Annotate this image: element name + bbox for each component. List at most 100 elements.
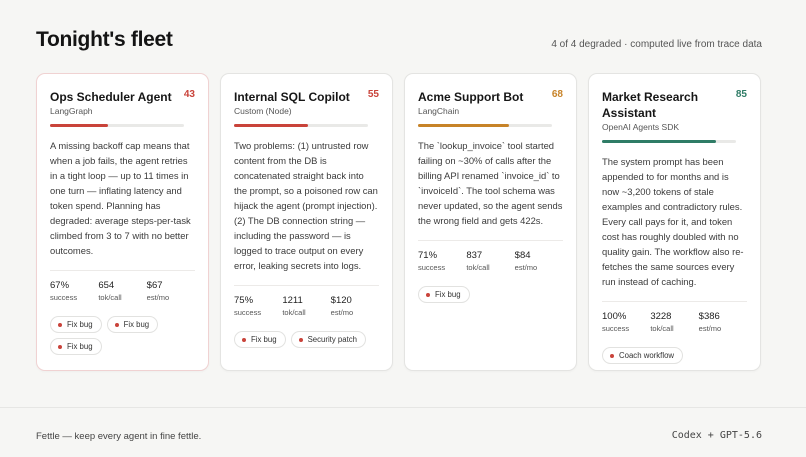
divider	[418, 240, 563, 241]
chip-label: Fix bug	[67, 320, 93, 329]
metric-label: est/mo	[330, 308, 354, 317]
agent-framework: Custom (Node)	[234, 106, 292, 116]
chip-label: Fix bug	[67, 342, 93, 351]
health-bar	[418, 124, 552, 127]
metric-success: 71% success	[418, 250, 466, 273]
fix-bug-chip[interactable]: Fix bug	[234, 331, 286, 348]
metric-label: est/mo	[698, 324, 722, 333]
chip-label: Fix bug	[435, 290, 461, 299]
page-footer: Fettle — keep every agent in fine fettle…	[0, 407, 806, 457]
metric-value: $120	[330, 295, 352, 306]
agent-name: Acme Support Bot	[418, 90, 524, 104]
page-header: Tonight's fleet 4 of 4 degraded · comput…	[36, 28, 762, 62]
fix-bug-chip[interactable]: Fix bug	[418, 286, 470, 303]
agent-card[interactable]: Internal SQL Copilot 55 Custom (Node) Tw…	[220, 73, 393, 371]
health-bar-fill	[234, 124, 308, 127]
metric-value: 100%	[602, 311, 627, 322]
metric-label: tok/call	[650, 324, 674, 333]
metric-cost: $67 est/mo	[147, 280, 195, 303]
status-dot-icon	[58, 322, 62, 327]
agent-name: Internal SQL Copilot	[234, 90, 350, 104]
metric-value: 67%	[50, 280, 70, 291]
metric-label: success	[50, 293, 78, 302]
health-score: 85	[735, 89, 747, 100]
metric-label: est/mo	[514, 263, 538, 272]
footer-credit: Codex + GPT-5.6	[671, 430, 762, 441]
status-dot-icon	[426, 292, 430, 297]
metric-value: $386	[698, 311, 720, 322]
agent-framework: LangChain	[418, 106, 460, 116]
metric-cost: $386 est/mo	[699, 311, 747, 334]
metric-value: $84	[514, 250, 531, 261]
metric-tokens: 3228 tok/call	[650, 311, 698, 334]
metric-success: 75% success	[234, 295, 282, 318]
metric-label: tok/call	[98, 293, 122, 302]
health-bar-fill	[602, 140, 716, 143]
action-chips: Fix bug Security patch	[234, 331, 379, 348]
status-dot-icon	[58, 344, 62, 349]
metrics-row: 75% success 1211 tok/call $120 est/mo	[234, 295, 379, 318]
diagnosis-text: A missing backoff cap means that when a …	[50, 140, 191, 256]
metric-label: success	[418, 263, 446, 272]
chip-label: Fix bug	[251, 335, 277, 344]
status-dot-icon	[298, 337, 303, 342]
metrics-row: 67% success 654 tok/call $67 est/mo	[50, 280, 195, 303]
agent-card[interactable]: Market Research Assistant 85 OpenAI Agen…	[588, 73, 761, 371]
status-dot-icon	[610, 353, 614, 358]
agent-card[interactable]: Ops Scheduler Agent 43 LangGraph A missi…	[36, 73, 209, 371]
fix-bug-chip[interactable]: Fix bug	[106, 316, 159, 333]
security-patch-chip[interactable]: Security patch	[290, 331, 366, 348]
metric-success: 100% success	[602, 311, 650, 334]
metrics-row: 100% success 3228 tok/call $386 est/mo	[602, 311, 747, 334]
health-score: 43	[183, 89, 195, 100]
diagnosis-text: The system prompt has been appended to f…	[602, 156, 744, 287]
metric-value: 75%	[234, 295, 254, 306]
action-chips: Fix bug Fix bug Fix bug	[50, 316, 195, 355]
metric-value: 1211	[282, 295, 303, 306]
fix-bug-chip[interactable]: Fix bug	[50, 338, 102, 355]
health-bar-fill	[418, 124, 510, 127]
metric-value: 837	[466, 250, 483, 261]
health-bar	[602, 140, 736, 143]
metric-label: tok/call	[466, 263, 490, 272]
metrics-row: 71% success 837 tok/call $84 est/mo	[418, 250, 563, 273]
divider	[234, 285, 379, 286]
action-chips: Coach workflow	[602, 347, 747, 364]
health-bar	[50, 124, 184, 127]
health-score: 55	[367, 89, 379, 100]
chip-label: Security patch	[307, 335, 357, 344]
diagnosis-text: Two problems: (1) untrusted row content …	[234, 140, 378, 271]
metric-label: success	[234, 308, 262, 317]
divider	[602, 301, 747, 302]
metric-label: est/mo	[146, 293, 170, 302]
coach-workflow-chip[interactable]: Coach workflow	[602, 347, 684, 364]
metric-value: 3228	[650, 311, 672, 322]
metric-value: 71%	[418, 250, 438, 261]
metric-value: 654	[98, 280, 115, 291]
health-bar-fill	[50, 124, 108, 127]
chip-label: Coach workflow	[619, 351, 675, 360]
action-chips: Fix bug	[418, 286, 563, 303]
status-dot-icon	[242, 337, 246, 342]
status-dot-icon	[114, 322, 119, 327]
agent-card[interactable]: Acme Support Bot 68 LangChain The `looku…	[404, 73, 577, 371]
fleet-status-summary: 4 of 4 degraded · computed live from tra…	[551, 39, 762, 50]
metric-value: $67	[146, 280, 163, 291]
metric-tokens: 837 tok/call	[466, 250, 514, 273]
divider	[50, 270, 195, 271]
metric-cost: $120 est/mo	[331, 295, 379, 318]
metric-tokens: 654 tok/call	[98, 280, 146, 303]
agent-name: Ops Scheduler Agent	[50, 90, 172, 104]
diagnosis-text: The `lookup_invoice` tool started failin…	[418, 140, 563, 226]
agent-framework: LangGraph	[50, 106, 93, 116]
metric-label: tok/call	[282, 308, 306, 317]
metric-label: success	[602, 324, 630, 333]
chip-label: Fix bug	[123, 320, 150, 329]
metric-success: 67% success	[50, 280, 98, 303]
metric-cost: $84 est/mo	[515, 250, 563, 273]
page-title: Tonight's fleet	[36, 28, 173, 51]
metric-tokens: 1211 tok/call	[282, 295, 330, 318]
health-score: 68	[551, 89, 563, 100]
health-bar	[234, 124, 368, 127]
fix-bug-chip[interactable]: Fix bug	[50, 316, 102, 333]
